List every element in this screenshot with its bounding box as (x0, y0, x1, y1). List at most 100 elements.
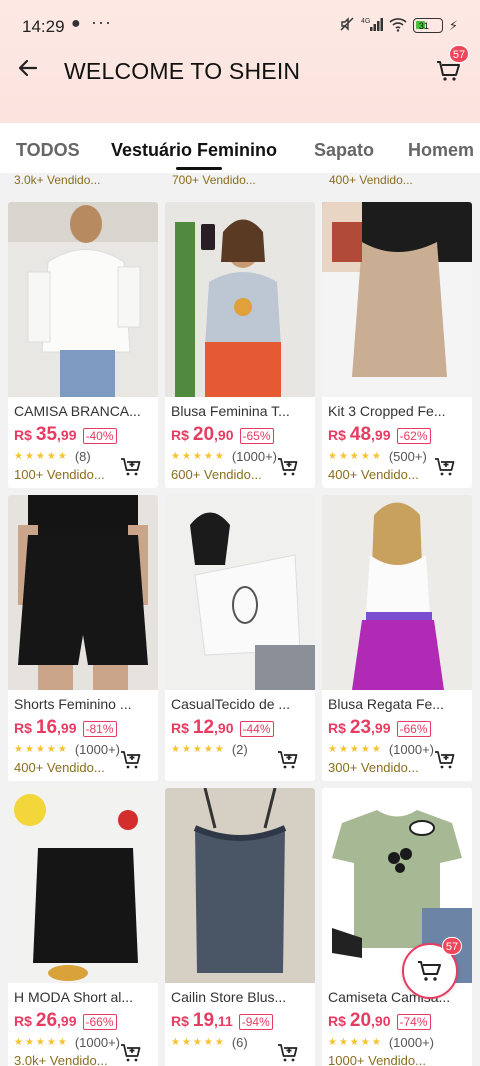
product-card[interactable]: CasualTecido de ... R$ 12,90 -44% ★★★★★ (… (165, 495, 315, 781)
add-to-cart-icon (121, 458, 141, 476)
product-price: R$ 12,90 -44% (171, 717, 274, 739)
sold-count: 1000+ Vendido... (328, 1053, 426, 1066)
sold-count: 400+ Vendido... (14, 760, 105, 775)
product-name[interactable]: CAMISA BRANCA... (14, 403, 154, 419)
tab-vestuario-feminino[interactable]: Vestuário Feminino (111, 140, 277, 161)
product-rating: ★★★★★ (1000+) (171, 449, 277, 464)
discount-badge: -44% (239, 721, 274, 737)
price-decimal: ,90 (371, 1013, 391, 1029)
status-time: 14:29 (22, 17, 65, 36)
product-name[interactable]: Shorts Feminino ... (14, 696, 154, 712)
add-to-cart-button[interactable] (110, 452, 152, 482)
star-rating-icon: ★★★★★ (171, 744, 226, 755)
star-rating-icon: ★★★★★ (14, 451, 69, 462)
add-to-cart-icon (278, 458, 298, 476)
app-header: WELCOME TO SHEIN 57 (0, 45, 480, 98)
price-decimal: ,99 (57, 427, 77, 443)
price-currency: R$ (171, 427, 189, 443)
product-card[interactable]: Blusa Regata Fe... R$ 23,99 -66% ★★★★★ (1… (322, 495, 472, 781)
add-to-cart-button[interactable] (267, 745, 309, 775)
star-rating-icon: ★★★★★ (171, 1037, 226, 1048)
product-card[interactable]: CAMISA BRANCA... R$ 35,99 -40% ★★★★★ (8) … (8, 202, 158, 488)
product-image[interactable] (165, 788, 315, 983)
star-rating-icon: ★★★★★ (328, 1037, 383, 1048)
network-type-label: 4G (361, 18, 370, 25)
product-name[interactable]: Blusa Regata Fe... (328, 696, 468, 712)
rating-count: (1000+) (74, 1035, 120, 1050)
price-integer: 26 (35, 1010, 58, 1031)
star-rating-icon: ★★★★★ (328, 451, 383, 462)
signal-icon: 4G (361, 16, 383, 35)
tab-homem[interactable]: Homem (408, 140, 474, 161)
rating-count: (2) (231, 742, 248, 757)
price-currency: R$ (328, 1013, 346, 1029)
rating-count: (1000+) (74, 742, 120, 757)
product-rating: ★★★★★ (6) (171, 1035, 248, 1050)
add-to-cart-icon (121, 1044, 141, 1062)
price-integer: 12 (192, 717, 215, 738)
product-card[interactable]: Kit 3 Cropped Fe... R$ 48,99 -62% ★★★★★ (… (322, 202, 472, 488)
rating-count: (1000+) (388, 1035, 434, 1050)
product-name[interactable]: Cailin Store Blus... (171, 989, 311, 1005)
discount-badge: -66% (82, 1014, 117, 1030)
add-to-cart-button[interactable] (267, 1038, 309, 1066)
charging-icon: ⚡ (448, 17, 458, 33)
back-arrow-icon[interactable] (16, 56, 44, 84)
product-card[interactable]: H MODA Short al... R$ 26,99 -66% ★★★★★ (1… (8, 788, 158, 1066)
page-title: WELCOME TO SHEIN (64, 58, 301, 84)
product-name[interactable]: Blusa Feminina T... (171, 403, 311, 419)
product-card[interactable]: Cailin Store Blus... R$ 19,11 -94% ★★★★★ … (165, 788, 315, 1066)
sold-count: 300+ Vendido... (328, 760, 419, 775)
price-decimal: ,90 (214, 720, 234, 736)
price-integer: 23 (349, 717, 372, 738)
add-to-cart-icon (121, 751, 141, 769)
price-currency: R$ (14, 720, 32, 736)
price-currency: R$ (328, 720, 346, 736)
price-integer: 20 (349, 1010, 372, 1031)
product-image[interactable] (8, 788, 158, 983)
star-rating-icon: ★★★★★ (328, 744, 383, 755)
discount-badge: -65% (239, 428, 274, 444)
prev-row-sold: 700+ Vendido... (172, 173, 256, 187)
product-name[interactable]: Kit 3 Cropped Fe... (328, 403, 468, 419)
add-to-cart-icon (435, 751, 455, 769)
add-to-cart-button[interactable] (424, 452, 466, 482)
tab-todos[interactable]: TODOS (16, 140, 80, 161)
product-card[interactable]: Camiseta Camisa... R$ 20,90 -74% ★★★★★ (1… (322, 788, 472, 1066)
product-image[interactable] (8, 202, 158, 397)
product-name[interactable]: CasualTecido de ... (171, 696, 311, 712)
floating-cart-count-badge: 57 (442, 937, 462, 955)
price-integer: 20 (192, 424, 215, 445)
product-grid: 3.0k+ Vendido... 700+ Vendido... 400+ Ve… (0, 173, 480, 1066)
price-decimal: ,99 (371, 427, 391, 443)
rating-count: (6) (231, 1035, 248, 1050)
rating-count: (1000+) (231, 449, 277, 464)
sold-count: 100+ Vendido... (14, 467, 105, 482)
discount-badge: -74% (396, 1014, 431, 1030)
discount-badge: -62% (396, 428, 431, 444)
product-image[interactable] (8, 495, 158, 690)
battery-icon: 31 (412, 18, 443, 33)
product-price: R$ 35,99 -40% (14, 424, 117, 446)
add-to-cart-icon (435, 458, 455, 476)
more-notifications-icon: ··· (91, 12, 112, 32)
product-image[interactable] (322, 202, 472, 397)
product-image[interactable] (165, 495, 315, 690)
price-decimal: ,11 (214, 1013, 233, 1029)
product-rating: ★★★★★ (2) (171, 742, 248, 757)
product-image[interactable] (165, 202, 315, 397)
product-rating: ★★★★★ (8) (14, 449, 91, 464)
tab-sapato[interactable]: Sapato (314, 140, 374, 161)
product-card[interactable]: Shorts Feminino ... R$ 16,99 -81% ★★★★★ (… (8, 495, 158, 781)
product-price: R$ 20,90 -65% (171, 424, 274, 446)
chat-notification-icon: ● (71, 15, 81, 32)
status-icons: 4G 31 ⚡ (339, 16, 458, 35)
rating-count: (8) (74, 449, 91, 464)
product-rating: ★★★★★ (1000+) (14, 1035, 120, 1050)
product-name[interactable]: H MODA Short al... (14, 989, 154, 1005)
price-currency: R$ (171, 1013, 189, 1029)
product-image[interactable] (322, 495, 472, 690)
product-card[interactable]: Blusa Feminina T... R$ 20,90 -65% ★★★★★ (… (165, 202, 315, 488)
cart-count-badge: 57 (449, 45, 469, 63)
floating-cart-button[interactable]: 57 (402, 937, 462, 999)
